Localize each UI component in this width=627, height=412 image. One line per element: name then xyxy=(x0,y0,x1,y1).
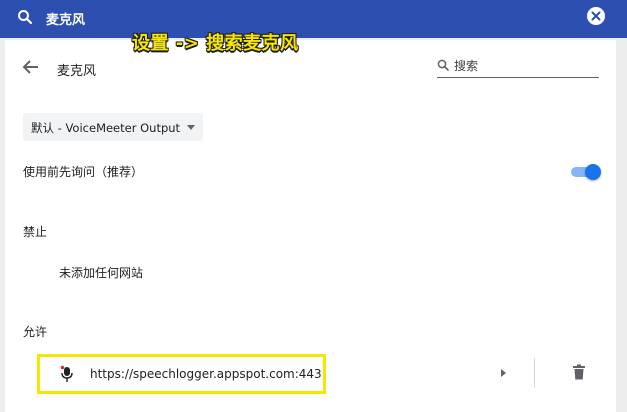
allowed-heading: 允许 xyxy=(23,325,48,339)
blocked-heading: 禁止 xyxy=(23,225,48,239)
ask-before-access-toggle[interactable] xyxy=(571,164,601,180)
microphone-settings-card: 麦克风 默认 - VoiceMeeter Output (V 使用前先询问（推荐… xyxy=(5,40,616,412)
site-search-field[interactable] xyxy=(437,56,599,78)
close-circle-icon xyxy=(591,11,601,21)
microphone-icon xyxy=(60,365,73,382)
toggle-knob xyxy=(585,164,601,180)
page-title: 麦克风 xyxy=(57,64,97,79)
clear-search-button[interactable] xyxy=(587,7,605,25)
arrow-left-icon[interactable] xyxy=(21,58,41,76)
tutorial-annotation: 设置 -> 搜索麦克风 xyxy=(132,33,299,54)
search-input[interactable] xyxy=(454,56,594,76)
search-bar: 麦克风 xyxy=(0,0,627,38)
selected-device: 默认 - VoiceMeeter Output (V xyxy=(31,121,181,135)
allowed-site-row[interactable]: https://speechlogger.appspot.com:443 xyxy=(37,354,326,394)
ask-before-access-label: 使用前先询问（推荐） xyxy=(23,165,144,179)
microphone-device-select[interactable]: 默认 - VoiceMeeter Output (V xyxy=(23,113,203,141)
search-icon xyxy=(437,59,449,71)
search-icon xyxy=(18,10,33,25)
site-url: https://speechlogger.appspot.com:443 xyxy=(90,367,322,381)
trash-icon[interactable] xyxy=(572,364,586,380)
divider xyxy=(534,358,535,388)
blocked-empty-text: 未添加任何网站 xyxy=(59,266,144,280)
settings-search-query[interactable]: 麦克风 xyxy=(46,9,85,28)
chevron-down-icon xyxy=(187,125,195,130)
chevron-right-icon[interactable] xyxy=(501,369,506,377)
